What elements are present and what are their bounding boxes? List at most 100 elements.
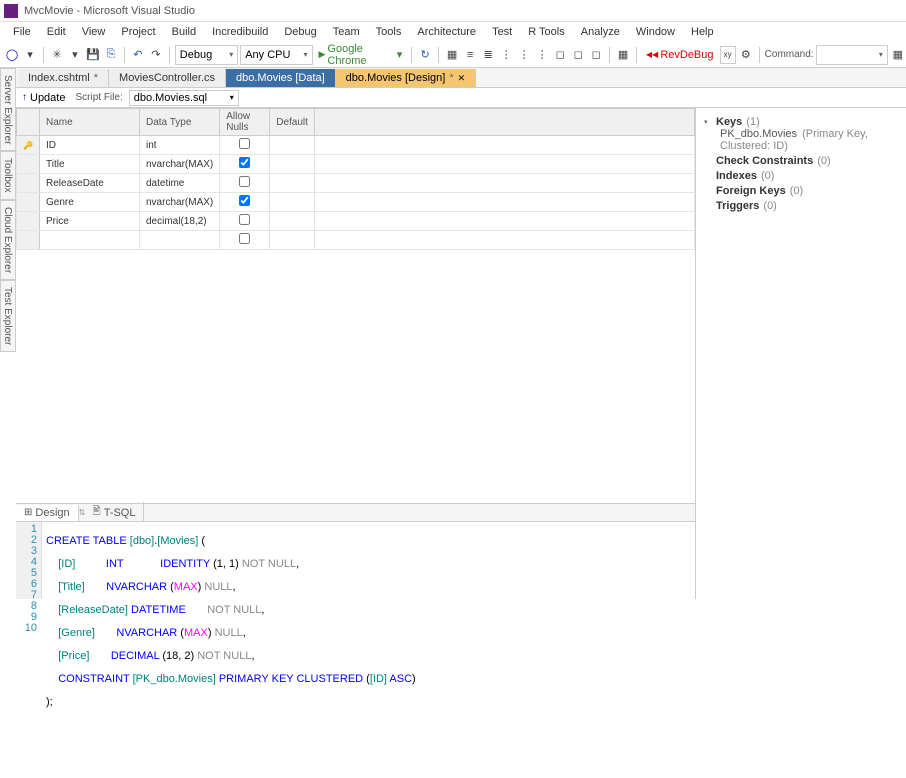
script-file-label: Script File: (75, 92, 122, 103)
allow-nulls-checkbox[interactable] (239, 233, 250, 244)
columns-grid[interactable]: Name Data Type Allow Nulls Default 🔑 ID … (16, 108, 695, 250)
indexes-header[interactable]: Indexes (0) (704, 170, 898, 182)
refresh-icon[interactable]: ↻ (417, 46, 433, 64)
gear-icon[interactable]: ⚙ (738, 46, 754, 64)
tab-movies-controller[interactable]: MoviesController.cs (109, 69, 226, 87)
menu-build[interactable]: Build (165, 24, 203, 40)
menu-incredibuild[interactable]: Incredibuild (205, 24, 275, 40)
tab-dbo-movies-design[interactable]: dbo.Movies [Design]* ✕ (336, 69, 477, 87)
tb-icon-xy[interactable]: xy (720, 46, 736, 64)
sidetab-cloud-explorer[interactable]: Cloud Explorer (0, 200, 16, 280)
line-gutter: 123 456 789 10 (16, 522, 42, 599)
menubar: File Edit View Project Build Incredibuil… (0, 22, 906, 42)
check-constraints-header[interactable]: Check Constraints (0) (704, 155, 898, 167)
allow-nulls-checkbox[interactable] (239, 138, 250, 149)
tb-icon-run[interactable]: ▦ (890, 46, 906, 64)
menu-architecture[interactable]: Architecture (410, 24, 483, 40)
col-header-default[interactable]: Default (270, 109, 315, 136)
cell-name[interactable]: Genre (40, 193, 140, 212)
sql-pane: 123 456 789 10 CREATE TABLE [dbo].[Movie… (16, 521, 695, 599)
revdebug-button[interactable]: RevDeBug (642, 49, 718, 61)
tb-icon-7[interactable]: ◻ (552, 46, 568, 64)
save-icon[interactable]: 💾 (85, 46, 101, 64)
tb-icon-8[interactable]: ◻ (570, 46, 586, 64)
designer-pane: Name Data Type Allow Nulls Default 🔑 ID … (16, 108, 696, 599)
cell-default[interactable] (270, 193, 315, 212)
menu-window[interactable]: Window (629, 24, 682, 40)
undo-icon[interactable]: ↶ (130, 46, 146, 64)
nav-back-icon[interactable]: ◯ (4, 46, 20, 64)
sql-code[interactable]: CREATE TABLE [dbo].[Movies] ( [ID] INT I… (42, 522, 420, 599)
menu-analyze[interactable]: Analyze (574, 24, 627, 40)
allow-nulls-checkbox[interactable] (239, 195, 250, 206)
menu-rtools[interactable]: R Tools (521, 24, 571, 40)
start-button[interactable]: Google Chrome ▾ (315, 45, 407, 65)
tb-icon-6[interactable]: ⋮ (534, 46, 550, 64)
pk-item[interactable]: PK_dbo.Movies (Primary Key, Clustered: I… (704, 128, 898, 152)
menu-project[interactable]: Project (114, 24, 162, 40)
tb-icon-2[interactable]: ≡ (462, 46, 478, 64)
cell-name[interactable]: ReleaseDate (40, 174, 140, 193)
cell-default[interactable] (270, 174, 315, 193)
cell-type[interactable]: nvarchar(MAX) (140, 155, 220, 174)
table-row-new (17, 231, 695, 250)
update-button[interactable]: Update (18, 91, 69, 105)
close-icon[interactable]: ✕ (458, 73, 466, 84)
menu-tools[interactable]: Tools (369, 24, 409, 40)
tb-icon-9[interactable]: ◻ (588, 46, 604, 64)
tb-icon-1[interactable]: ▦ (444, 46, 460, 64)
save-all-icon[interactable]: ⎘ (103, 46, 119, 64)
cell-name[interactable]: ID (40, 136, 140, 155)
cell-name[interactable]: Title (40, 155, 140, 174)
menu-edit[interactable]: Edit (40, 24, 73, 40)
tb-icon-3[interactable]: ≣ (480, 46, 496, 64)
sidetab-toolbox[interactable]: Toolbox (0, 151, 16, 199)
cell-default[interactable] (270, 155, 315, 174)
expand-icon[interactable]: ▾ (704, 118, 712, 126)
menu-team[interactable]: Team (326, 24, 367, 40)
platform-dropdown[interactable]: Any CPU (240, 45, 312, 65)
table-row: Price decimal(18,2) (17, 212, 695, 231)
allow-nulls-checkbox[interactable] (239, 214, 250, 225)
new-project-icon[interactable]: ✳ (49, 46, 65, 64)
keys-header[interactable]: ▾ Keys (1) (704, 116, 898, 128)
sidetab-server-explorer[interactable]: Server Explorer (0, 68, 16, 151)
command-dropdown[interactable] (816, 45, 888, 65)
col-header-allownulls[interactable]: Allow Nulls (220, 109, 270, 136)
tab-design[interactable]: ⊞ Design (16, 505, 79, 521)
allow-nulls-checkbox[interactable] (239, 176, 250, 187)
cell-type[interactable]: datetime (140, 174, 220, 193)
open-icon[interactable]: ▾ (67, 46, 83, 64)
menu-test[interactable]: Test (485, 24, 519, 40)
cell-default[interactable] (270, 212, 315, 231)
tab-index-cshtml[interactable]: Index.cshtml* (18, 69, 109, 87)
col-header-name[interactable]: Name (40, 109, 140, 136)
window-title: MvcMovie - Microsoft Visual Studio (24, 5, 195, 17)
tb-icon-4[interactable]: ⋮ (498, 46, 514, 64)
redo-icon[interactable]: ↷ (148, 46, 164, 64)
cell-name[interactable]: Price (40, 212, 140, 231)
table-row: Title nvarchar(MAX) (17, 155, 695, 174)
menu-debug[interactable]: Debug (277, 24, 323, 40)
cell-type[interactable]: int (140, 136, 220, 155)
menu-help[interactable]: Help (684, 24, 721, 40)
grid-empty-area (16, 250, 695, 503)
foreign-keys-header[interactable]: Foreign Keys (0) (704, 185, 898, 197)
menu-file[interactable]: File (6, 24, 38, 40)
sidetab-test-explorer[interactable]: Test Explorer (0, 280, 16, 352)
allow-nulls-checkbox[interactable] (239, 157, 250, 168)
cell-type[interactable]: decimal(18,2) (140, 212, 220, 231)
tab-tsql[interactable]: 🖹 T-SQL (85, 502, 145, 523)
script-file-dropdown[interactable]: dbo.Movies.sql (129, 90, 239, 106)
config-dropdown[interactable]: Debug (175, 45, 238, 65)
tab-dbo-movies-data[interactable]: dbo.Movies [Data] (226, 69, 336, 87)
cell-type[interactable]: nvarchar(MAX) (140, 193, 220, 212)
menu-view[interactable]: View (75, 24, 113, 40)
table-row: Genre nvarchar(MAX) (17, 193, 695, 212)
col-header-datatype[interactable]: Data Type (140, 109, 220, 136)
triggers-header[interactable]: Triggers (0) (704, 200, 898, 212)
nav-fwd-icon[interactable]: ▾ (22, 46, 38, 64)
cell-default[interactable] (270, 136, 315, 155)
tb-icon-10[interactable]: ▦ (615, 46, 631, 64)
tb-icon-5[interactable]: ⋮ (516, 46, 532, 64)
